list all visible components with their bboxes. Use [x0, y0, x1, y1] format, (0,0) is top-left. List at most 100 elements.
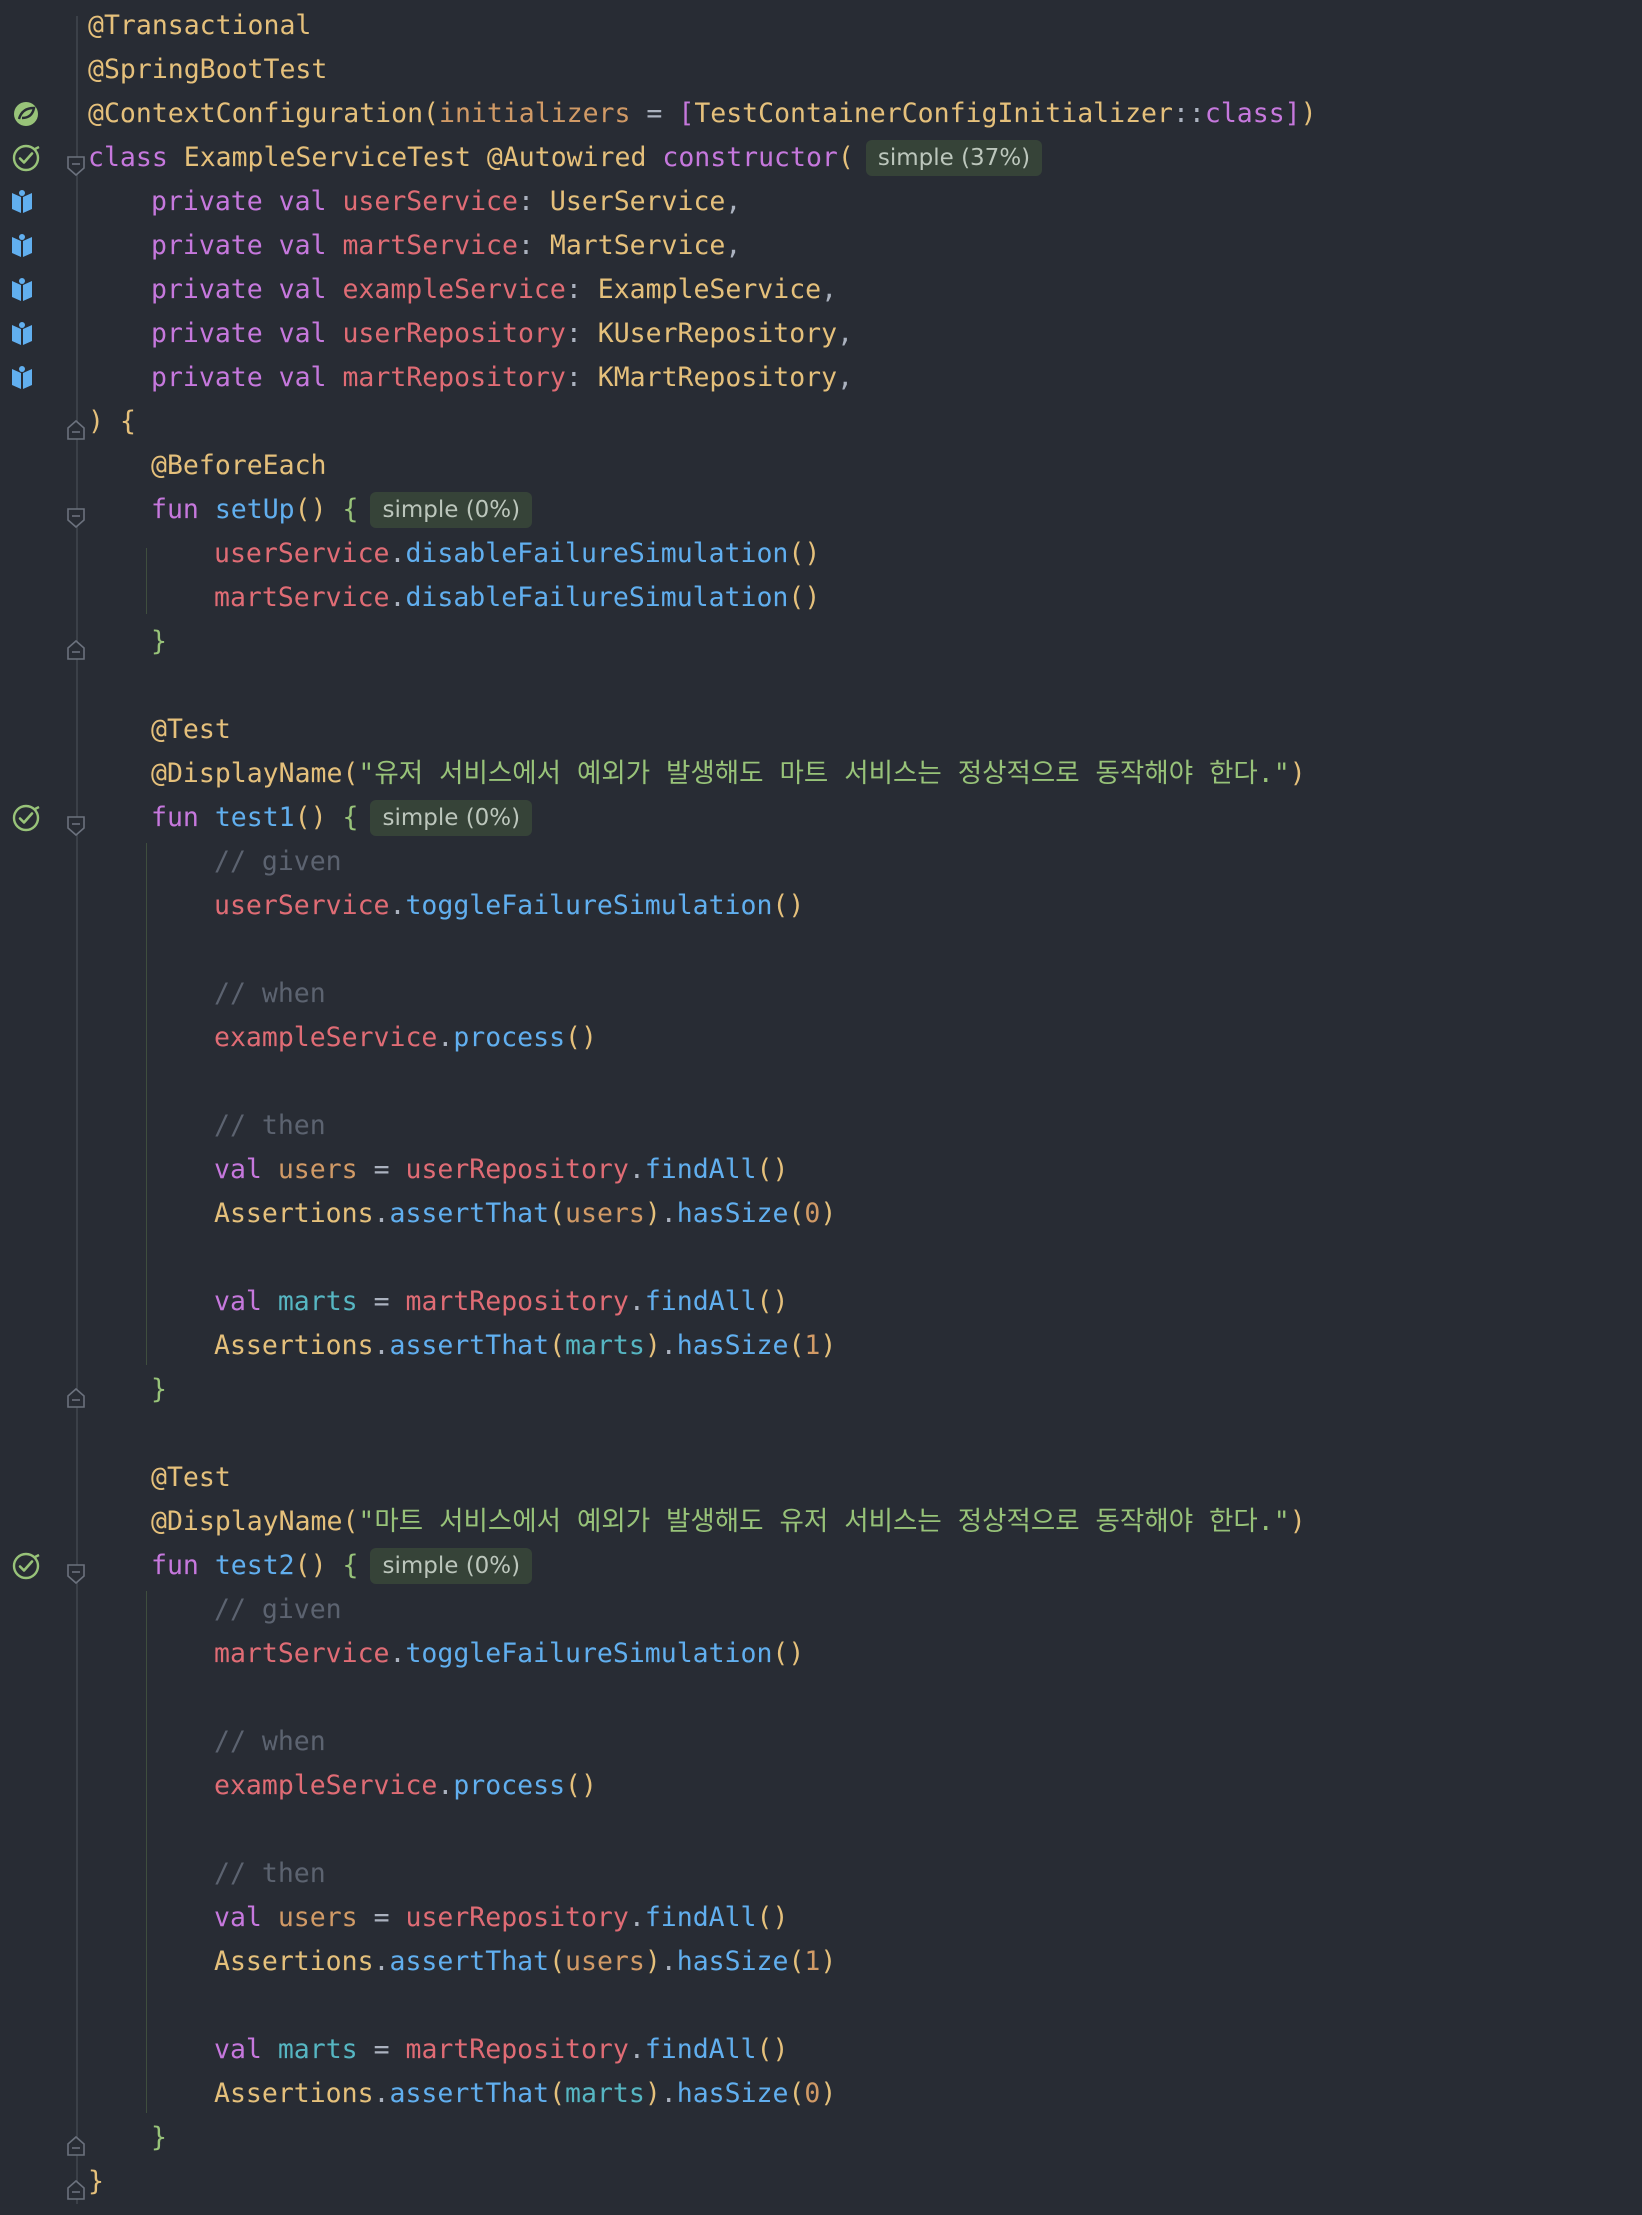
- code-line[interactable]: [0, 664, 1642, 708]
- code-token: (): [772, 890, 805, 921]
- code-line[interactable]: }: [0, 2116, 1642, 2160]
- code-line[interactable]: // then: [0, 1852, 1642, 1896]
- spring-bean-icon[interactable]: [10, 98, 42, 130]
- code-line[interactable]: val marts = martRepository.findAll(): [0, 2028, 1642, 2072]
- code-line[interactable]: @Test: [0, 1456, 1642, 1500]
- autowired-icon[interactable]: [6, 362, 38, 394]
- code-token: userService: [214, 538, 390, 569]
- code-token: val: [214, 2034, 278, 2065]
- code-line[interactable]: Assertions.assertThat(marts).hasSize(1): [0, 1324, 1642, 1368]
- code-text: val users = userRepository.findAll(): [214, 1148, 788, 1192]
- code-token: hasSize: [676, 1330, 789, 1361]
- code-token: disableFailureSimulation: [405, 538, 789, 569]
- code-line[interactable]: }: [0, 2160, 1642, 2204]
- code-line[interactable]: @BeforeEach: [0, 444, 1642, 488]
- coverage-hint-badge[interactable]: simple (37%): [865, 140, 1043, 176]
- run-test-icon[interactable]: [10, 802, 42, 834]
- autowired-icon[interactable]: [6, 274, 38, 306]
- code-line[interactable]: @DisplayName("유저 서비스에서 예외가 발생해도 마트 서비스는 …: [0, 752, 1642, 796]
- code-line[interactable]: @Transactional: [0, 4, 1642, 48]
- code-token: fun: [151, 494, 215, 525]
- code-line[interactable]: exampleService.process(): [0, 1016, 1642, 1060]
- code-line[interactable]: ) {: [0, 400, 1642, 444]
- code-line[interactable]: // when: [0, 1720, 1642, 1764]
- autowired-icon[interactable]: [6, 318, 38, 350]
- code-text: @Test: [151, 1456, 231, 1500]
- code-line[interactable]: private val userRepository: KUserReposit…: [0, 312, 1642, 356]
- code-line[interactable]: [0, 1808, 1642, 1852]
- autowired-icon[interactable]: [6, 186, 38, 218]
- code-token: :: [517, 186, 550, 217]
- code-token: hasSize: [676, 1198, 789, 1229]
- code-line[interactable]: // when: [0, 972, 1642, 1016]
- code-token: marts: [277, 2034, 358, 2065]
- fold-close-icon[interactable]: [66, 2127, 86, 2156]
- code-line[interactable]: val users = userRepository.findAll(): [0, 1148, 1642, 1192]
- code-token: private val: [151, 230, 343, 261]
- coverage-hint-badge[interactable]: simple (0%): [370, 800, 533, 836]
- code-line[interactable]: Assertions.assertThat(marts).hasSize(0): [0, 2072, 1642, 2116]
- code-token: =: [630, 98, 679, 129]
- code-line[interactable]: [0, 1412, 1642, 1456]
- code-line[interactable]: @Test: [0, 708, 1642, 752]
- fold-open-icon[interactable]: [66, 147, 86, 177]
- code-line[interactable]: @DisplayName("마트 서비스에서 예외가 발생해도 유저 서비스는 …: [0, 1500, 1642, 1544]
- code-line[interactable]: @ContextConfiguration(initializers = [Te…: [0, 92, 1642, 136]
- code-line[interactable]: fun test2() {simple (0%): [0, 1544, 1642, 1588]
- fold-close-icon[interactable]: [66, 411, 86, 440]
- code-line[interactable]: val marts = martRepository.findAll(): [0, 1280, 1642, 1324]
- code-line[interactable]: [0, 928, 1642, 972]
- code-line[interactable]: [0, 1676, 1642, 1720]
- code-line[interactable]: martService.disableFailureSimulation(): [0, 576, 1642, 620]
- code-line[interactable]: [0, 1236, 1642, 1280]
- code-line[interactable]: }: [0, 620, 1642, 664]
- code-line[interactable]: martService.toggleFailureSimulation(): [0, 1632, 1642, 1676]
- code-line[interactable]: [0, 1060, 1642, 1104]
- code-token: exampleService: [342, 274, 566, 305]
- code-line[interactable]: private val userService: UserService,: [0, 180, 1642, 224]
- code-editor[interactable]: @Transactional @SpringBootTest @ContextCon…: [0, 0, 1642, 2204]
- fold-open-icon[interactable]: [66, 807, 86, 837]
- code-line[interactable]: // given: [0, 1588, 1642, 1632]
- code-line[interactable]: // given: [0, 840, 1642, 884]
- code-token: Assertions: [214, 1330, 374, 1361]
- code-line[interactable]: private val exampleService: ExampleServi…: [0, 268, 1642, 312]
- code-token: @DisplayName: [151, 758, 343, 789]
- code-line[interactable]: }: [0, 1368, 1642, 1412]
- code-token: }: [151, 2122, 167, 2153]
- code-token: .: [660, 2078, 677, 2109]
- code-token: 1: [804, 1946, 821, 1977]
- code-line[interactable]: [0, 1984, 1642, 2028]
- run-test-icon[interactable]: [10, 1550, 42, 1582]
- code-line[interactable]: val users = userRepository.findAll(): [0, 1896, 1642, 1940]
- code-token: initializers: [439, 98, 631, 129]
- code-token: (: [788, 1198, 805, 1229]
- code-line[interactable]: fun setUp() {simple (0%): [0, 488, 1642, 532]
- fold-close-icon[interactable]: [66, 1379, 86, 1408]
- fold-close-icon[interactable]: [66, 2171, 86, 2200]
- coverage-hint-badge[interactable]: simple (0%): [370, 492, 533, 528]
- code-line[interactable]: Assertions.assertThat(users).hasSize(1): [0, 1940, 1642, 1984]
- code-token: private val: [151, 274, 343, 305]
- code-token: ): [644, 2078, 661, 2109]
- code-line[interactable]: userService.disableFailureSimulation(): [0, 532, 1642, 576]
- autowired-icon[interactable]: [6, 230, 38, 262]
- code-line[interactable]: Assertions.assertThat(users).hasSize(0): [0, 1192, 1642, 1236]
- code-line[interactable]: private val martRepository: KMartReposit…: [0, 356, 1642, 400]
- code-line[interactable]: class ExampleServiceTest @Autowired cons…: [0, 136, 1642, 180]
- code-line[interactable]: fun test1() {simple (0%): [0, 796, 1642, 840]
- code-line[interactable]: @SpringBootTest: [0, 48, 1642, 92]
- code-token: (: [788, 2078, 805, 2109]
- code-line[interactable]: userService.toggleFailureSimulation(): [0, 884, 1642, 928]
- fold-open-icon[interactable]: [66, 499, 86, 529]
- code-line[interactable]: private val martService: MartService,: [0, 224, 1642, 268]
- code-line[interactable]: exampleService.process(): [0, 1764, 1642, 1808]
- code-line[interactable]: // then: [0, 1104, 1642, 1148]
- coverage-hint-badge[interactable]: simple (0%): [370, 1548, 533, 1584]
- code-token: Assertions: [214, 1946, 374, 1977]
- code-token: (): [756, 2034, 789, 2065]
- run-test-icon[interactable]: [10, 142, 42, 174]
- fold-close-icon[interactable]: [66, 631, 86, 660]
- fold-open-icon[interactable]: [66, 1555, 86, 1585]
